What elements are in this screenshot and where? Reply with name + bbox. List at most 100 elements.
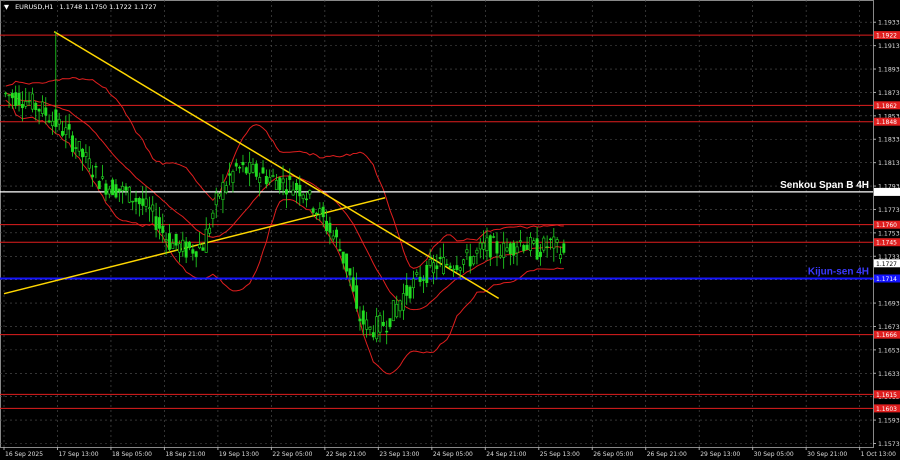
price-tick-label: 1.1873 (878, 90, 900, 97)
candle-body (131, 200, 135, 203)
level-tag-label: 1.1788 (876, 189, 897, 196)
candle-body (355, 285, 359, 309)
candle-body (30, 93, 34, 110)
candle-body (238, 167, 242, 169)
candle-body (91, 174, 95, 178)
candle-body (214, 192, 218, 206)
candle-body (114, 184, 118, 198)
candle-body (488, 235, 492, 258)
candle-body (465, 249, 469, 254)
level-tag-label: 1.1666 (876, 332, 897, 339)
candle-body (124, 186, 128, 191)
candle-body (244, 167, 248, 174)
candle-body (498, 255, 502, 258)
price-tick-label: 1.1933 (878, 20, 900, 27)
level-tag-label: 1.1848 (876, 119, 897, 126)
level-tag-label: 1.1760 (876, 222, 897, 229)
candle-body (167, 233, 171, 250)
candle-body (421, 279, 425, 281)
candle-body (261, 167, 265, 174)
candle-body (522, 245, 526, 252)
time-tick-label: 22 Sep 21:00 (326, 451, 366, 458)
candle-body (391, 300, 395, 322)
price-tick-label: 1.1573 (878, 441, 900, 448)
candle-body (281, 178, 285, 184)
candle-body (20, 104, 24, 109)
candle-body (418, 276, 422, 282)
candle-body (14, 92, 18, 106)
candle-body (17, 92, 21, 106)
candle-body (134, 198, 138, 202)
kijun-sen-label: Kijun-sen 4H (808, 266, 869, 277)
candle-body (438, 257, 442, 260)
time-tick-label: 18 Sep 21:00 (165, 451, 205, 458)
price-tick-label: 1.1773 (878, 207, 900, 214)
candle-body (47, 120, 51, 123)
candle-body (171, 242, 175, 249)
candle-body (248, 162, 252, 174)
price-tick-label: 1.1593 (878, 418, 900, 425)
candle-body (61, 131, 64, 136)
candle-body (208, 227, 212, 234)
candle-body (555, 239, 559, 243)
time-tick-label: 22 Sep 05:00 (272, 451, 312, 458)
candle-body (121, 186, 125, 191)
candle-body (405, 285, 409, 296)
candle-body (458, 267, 462, 271)
candle-body (188, 241, 191, 249)
candle-body (201, 247, 205, 251)
candle-body (184, 241, 188, 258)
candle-body (435, 265, 439, 270)
candle-body (361, 310, 365, 325)
candle-body (174, 233, 178, 246)
level-tag-label: 1.1745 (876, 240, 897, 247)
price-tick-label: 1.1833 (878, 137, 900, 144)
candle-body (368, 326, 372, 330)
candle-body (7, 94, 11, 97)
candle-body (445, 263, 449, 266)
time-tick-label: 1 Oct 13:00 (861, 451, 896, 458)
candle-body (291, 189, 295, 196)
candle-body (495, 241, 499, 254)
candle-body (325, 220, 329, 232)
candle-body (525, 244, 529, 250)
candle-body (298, 184, 302, 197)
candle-body (482, 242, 486, 250)
candle-body (34, 102, 38, 110)
candle-body (161, 225, 165, 233)
price-tick-label: 1.1673 (878, 324, 900, 331)
price-chart[interactable]: 1.19331.19131.18931.18731.18531.18331.18… (0, 0, 900, 460)
candle-body (40, 101, 44, 114)
candle-body (191, 249, 195, 254)
candle-body (321, 206, 325, 218)
candle-body (144, 198, 148, 207)
candle-body (532, 240, 536, 244)
candle-body (94, 165, 98, 168)
candle-body (411, 278, 415, 289)
candle-body (358, 318, 362, 322)
candle-body (462, 259, 466, 265)
candle-body (84, 152, 88, 157)
candle-body (224, 185, 228, 193)
candle-body (472, 256, 476, 265)
candle-body (452, 268, 456, 271)
candle-body (57, 118, 61, 125)
candle-body (97, 181, 101, 190)
price-tick-label: 1.1893 (878, 67, 900, 74)
candle-body (251, 164, 255, 173)
header-arrow-icon: ▼ (4, 3, 9, 11)
candle-body (478, 242, 482, 250)
level-tag-label: 1.1714 (876, 276, 897, 283)
candle-body (331, 235, 335, 240)
candle-body (24, 101, 28, 107)
candle-body (268, 177, 272, 183)
candle-body (455, 265, 459, 271)
candle-body (528, 236, 532, 251)
candle-body (54, 109, 58, 127)
candle-body (559, 254, 562, 259)
candle-body (432, 262, 435, 274)
time-tick-label: 18 Sep 05:00 (112, 451, 152, 458)
time-tick-label: 26 Sep 05:00 (593, 451, 633, 458)
candle-body (241, 162, 245, 166)
candle-body (475, 249, 479, 254)
